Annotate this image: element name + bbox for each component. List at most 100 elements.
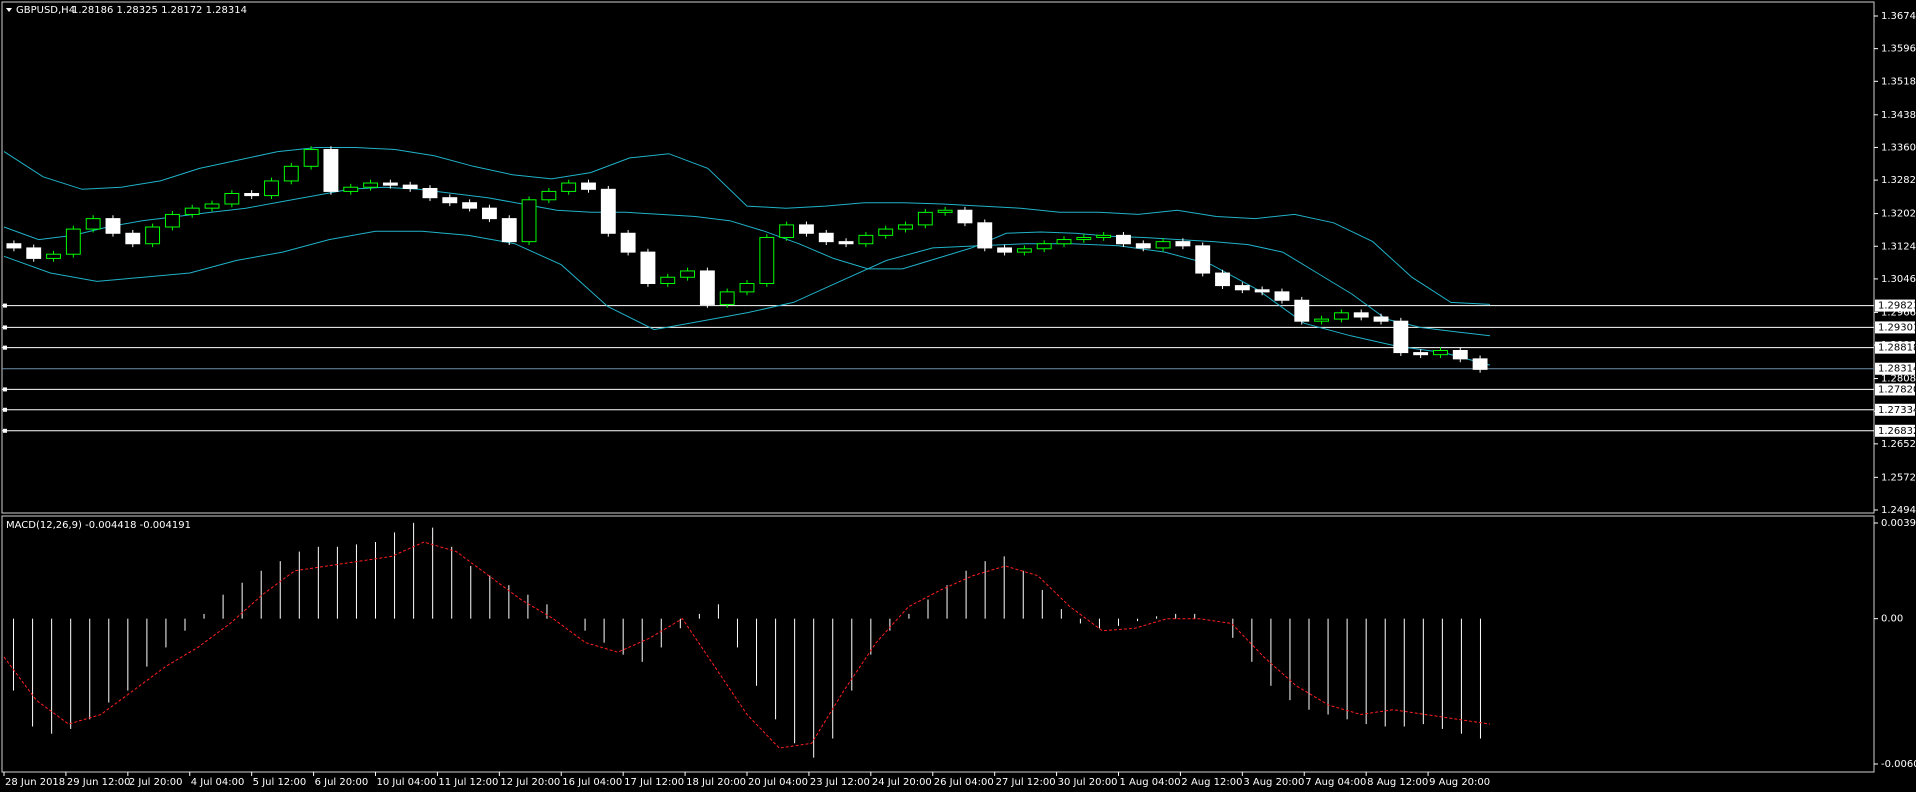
candle-body bbox=[799, 224, 814, 234]
candle-body bbox=[699, 270, 715, 305]
price-tick-label: 1.33600 bbox=[1881, 142, 1916, 153]
macd-pane-frame bbox=[1, 515, 1875, 773]
candle-body bbox=[1274, 291, 1290, 301]
candle-body bbox=[6, 243, 22, 249]
time-tick-label: 10 Jul 04:00 bbox=[377, 777, 437, 788]
macd-plot[interactable] bbox=[3, 522, 1491, 758]
candle-body bbox=[145, 226, 161, 245]
candle-body bbox=[957, 209, 973, 224]
time-tick-label: 6 Jul 20:00 bbox=[315, 777, 369, 788]
candle-body bbox=[1393, 320, 1409, 354]
candle-body bbox=[1195, 245, 1211, 274]
level-line-handle[interactable] bbox=[3, 407, 7, 412]
candle-body bbox=[402, 184, 418, 189]
collapse-triangle-icon[interactable] bbox=[6, 8, 12, 12]
level-price-label: 1.29301 bbox=[1878, 322, 1916, 333]
candle-body bbox=[660, 276, 676, 285]
candle-body bbox=[1294, 299, 1310, 322]
candle-body bbox=[1056, 239, 1072, 245]
candle-body bbox=[184, 207, 200, 215]
candle-body bbox=[521, 199, 537, 243]
candle-body bbox=[1472, 358, 1488, 370]
candle-body bbox=[600, 188, 616, 234]
price-pane-frame bbox=[1, 1, 1875, 514]
level-line-handle[interactable] bbox=[3, 345, 7, 350]
candle-body bbox=[878, 228, 894, 236]
candle-body bbox=[1314, 318, 1330, 322]
macd-signal-line bbox=[3, 541, 1491, 749]
candle-body bbox=[1036, 243, 1052, 250]
time-tick-label: 2 Aug 12:00 bbox=[1181, 777, 1242, 788]
macd-axis: 0.003993 0.00 -0.006064 bbox=[1874, 518, 1916, 770]
time-tick-label: 27 Jul 12:00 bbox=[996, 777, 1056, 788]
candle-body bbox=[858, 234, 874, 245]
candle-body bbox=[264, 180, 279, 197]
price-tick-label: 1.26520 bbox=[1881, 439, 1916, 450]
candle-body bbox=[620, 232, 636, 253]
candle-body bbox=[561, 182, 577, 192]
time-tick-label: 17 Jul 12:00 bbox=[624, 777, 684, 788]
time-tick-label: 20 Jul 04:00 bbox=[748, 777, 808, 788]
price-tick-label: 1.34380 bbox=[1881, 110, 1916, 121]
candle-body bbox=[1452, 349, 1468, 360]
level-price-label: 1.27820 bbox=[1878, 384, 1916, 395]
level-line-handle[interactable] bbox=[3, 387, 7, 392]
price-plot[interactable] bbox=[2, 146, 1874, 433]
trading-chart[interactable]: 1.36740 1.35960 1.35180 1.34380 1.33600 1.328… bbox=[0, 0, 1916, 792]
candle-body bbox=[105, 218, 121, 234]
level-line-handle[interactable] bbox=[3, 325, 7, 330]
candle-body bbox=[1413, 352, 1429, 356]
macd-header-label: MACD(12,26,9) -0.004418 -0.004191 bbox=[6, 520, 191, 531]
candle-body bbox=[363, 182, 378, 188]
time-tick-label: 18 Jul 20:00 bbox=[686, 777, 746, 788]
candle-body bbox=[1333, 312, 1349, 320]
time-tick-label: 4 Jul 04:00 bbox=[191, 777, 245, 788]
time-tick-label: 3 Aug 20:00 bbox=[1243, 777, 1304, 788]
candle-body bbox=[224, 193, 240, 205]
candle-body bbox=[1155, 241, 1171, 249]
candle-body bbox=[303, 149, 319, 167]
price-axis: 1.36740 1.35960 1.35180 1.34380 1.33600 1.328… bbox=[1874, 11, 1916, 516]
price-tick-label: 1.24940 bbox=[1881, 505, 1916, 516]
time-tick-label: 8 Aug 12:00 bbox=[1367, 777, 1428, 788]
candle-body bbox=[838, 241, 854, 245]
candle-body bbox=[125, 232, 141, 245]
candle-body bbox=[1076, 236, 1092, 241]
macd-tick-label: -0.006064 bbox=[1881, 759, 1916, 770]
candle-body bbox=[501, 218, 517, 243]
candle-body bbox=[1234, 285, 1250, 291]
macd-tick-label: 0.003993 bbox=[1881, 518, 1916, 529]
candle-body bbox=[818, 232, 834, 243]
price-tick-label: 1.25720 bbox=[1881, 472, 1916, 483]
time-tick-label: 2 Jul 20:00 bbox=[129, 777, 183, 788]
price-tick-label: 1.35180 bbox=[1881, 76, 1916, 87]
candle-body bbox=[481, 207, 497, 220]
time-tick-label: 16 Jul 04:00 bbox=[562, 777, 622, 788]
level-line-handle[interactable] bbox=[3, 428, 7, 433]
level-line-handle[interactable] bbox=[3, 303, 7, 308]
candle-body bbox=[343, 186, 359, 192]
price-tick-label: 1.36740 bbox=[1881, 11, 1916, 22]
bollinger-lower-band bbox=[3, 230, 1491, 366]
level-price-label: 1.27334 bbox=[1878, 405, 1916, 416]
candle-body bbox=[422, 187, 438, 199]
candle-body bbox=[719, 291, 735, 305]
candle-body bbox=[640, 251, 656, 285]
bid-price-label: 1.28314 bbox=[1878, 364, 1916, 375]
candle-body bbox=[581, 182, 596, 190]
candle-body bbox=[1175, 241, 1191, 247]
time-tick-label: 5 Jul 12:00 bbox=[253, 777, 307, 788]
time-tick-label: 23 Jul 12:00 bbox=[810, 777, 870, 788]
candle-body bbox=[442, 197, 458, 204]
time-tick-label: 29 Jun 12:00 bbox=[67, 777, 131, 788]
candle-body bbox=[739, 283, 755, 293]
candle-body bbox=[283, 165, 299, 182]
candle-body bbox=[244, 193, 260, 197]
candle-body bbox=[1096, 234, 1112, 238]
candle-body bbox=[26, 247, 42, 259]
price-tick-label: 1.32820 bbox=[1881, 175, 1916, 186]
price-tick-label: 1.35960 bbox=[1881, 44, 1916, 55]
candle-body bbox=[1254, 289, 1270, 293]
level-price-label: 1.28818 bbox=[1878, 343, 1916, 354]
candle-body bbox=[1433, 349, 1448, 356]
